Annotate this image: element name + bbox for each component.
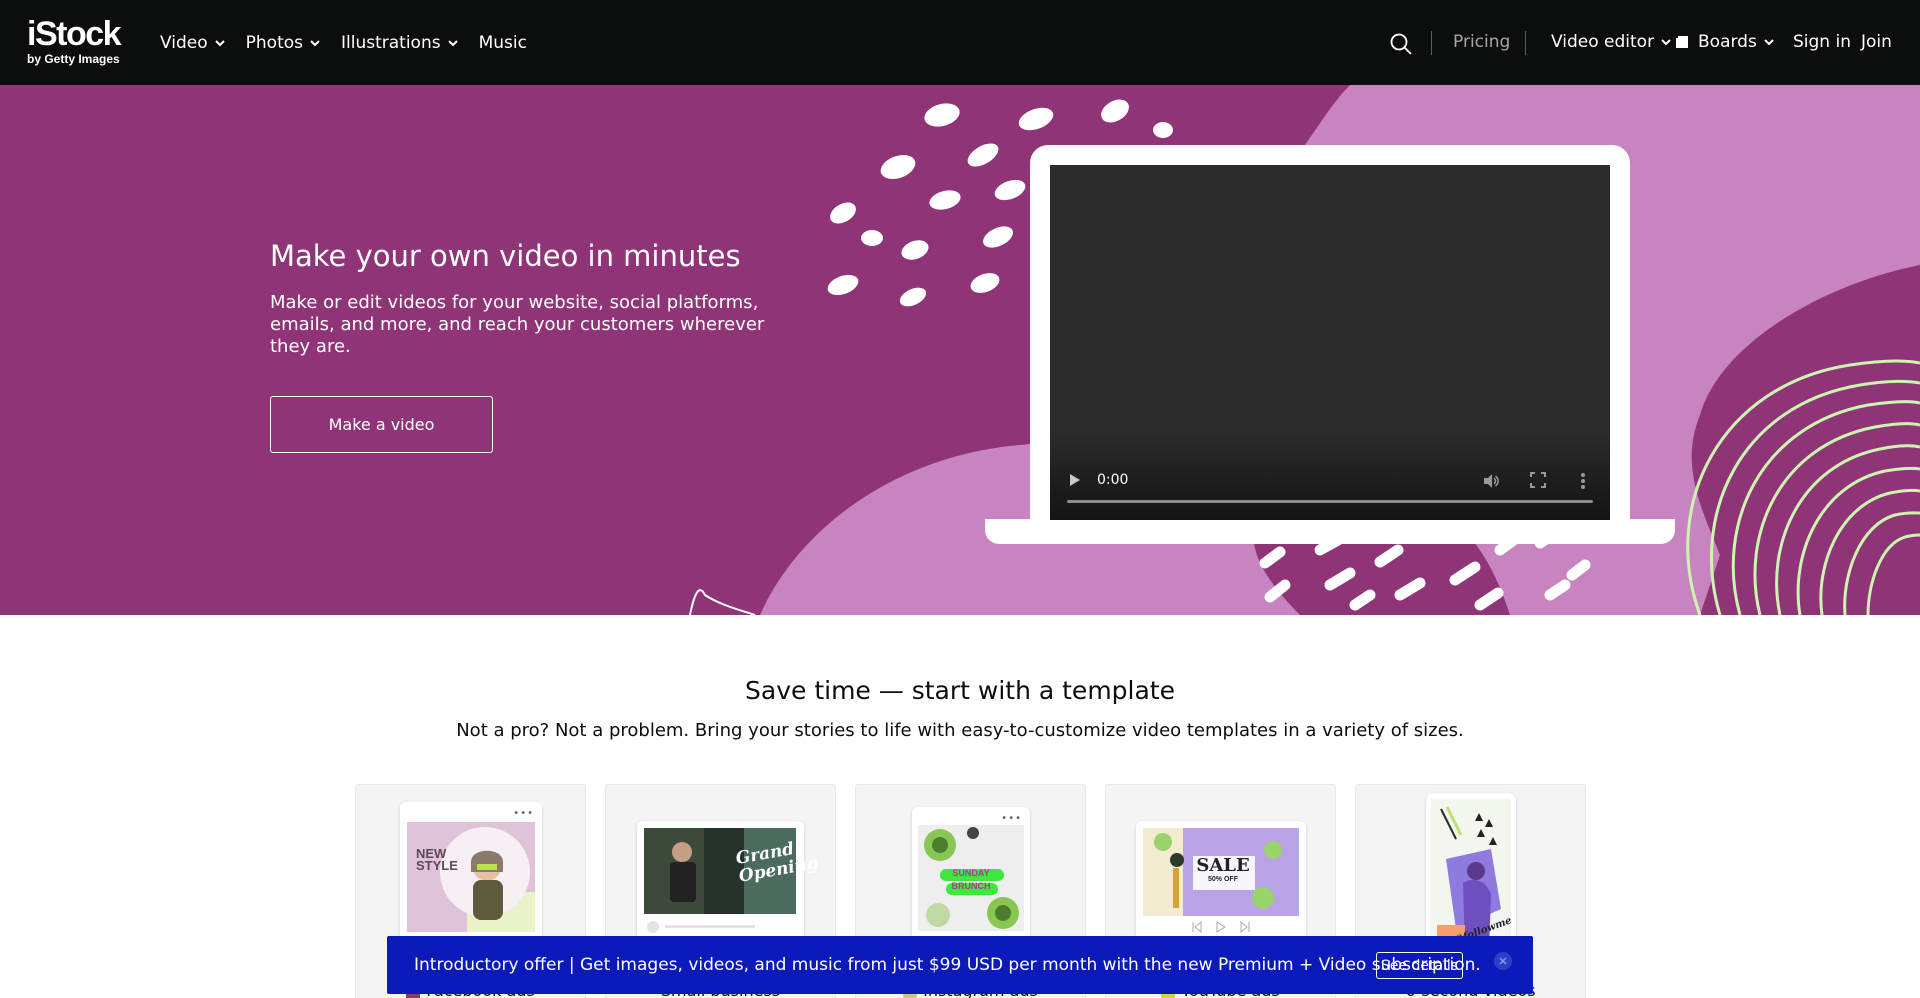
text-placeholder: [665, 925, 755, 928]
instagram-template-text: SUNDAY BRUNCH: [951, 868, 991, 891]
video-editor-label: Video editor: [1551, 32, 1655, 52]
instagram-post-mockup: ••• SUNDAY BRUNCH: [912, 807, 1030, 957]
search-icon[interactable]: [1389, 32, 1413, 56]
player-controls-icon: [1192, 921, 1250, 933]
avatar-placeholder: [647, 921, 659, 933]
nav-divider: [1431, 31, 1432, 55]
templates-title: Save time — start with a template: [745, 676, 1175, 705]
nav-illustrations-label: Illustrations: [341, 32, 441, 53]
nav-video[interactable]: Video: [160, 33, 226, 53]
promo-banner-text: Introductory offer | Get images, videos,…: [414, 955, 1481, 975]
nav-photos-label: Photos: [245, 32, 303, 53]
templates-subtitle: Not a pro? Not a problem. Bring your sto…: [456, 720, 1464, 741]
nav-video-label: Video: [160, 32, 208, 53]
chevron-down-icon: [1764, 39, 1774, 46]
hero-section: Make your own video in minutes Make or e…: [0, 85, 1920, 615]
sign-in-link[interactable]: Sign in: [1793, 32, 1851, 52]
nav-photos[interactable]: Photos: [246, 33, 321, 53]
facebook-template-text: NEW STYLE: [416, 846, 458, 873]
promo-banner: Introductory offer | Get images, videos,…: [387, 936, 1533, 994]
video-editor-menu[interactable]: Video editor: [1551, 32, 1672, 52]
nav-music[interactable]: Music: [479, 33, 527, 53]
boards-icon: [1676, 36, 1688, 48]
video-controls-overlay: [1050, 430, 1610, 520]
fullscreen-icon[interactable]: [1530, 472, 1546, 488]
logo-sub-text: by Getty Images: [27, 52, 120, 66]
istock-logo[interactable]: iStock by Getty Images: [27, 17, 139, 69]
play-icon[interactable]: [1068, 473, 1082, 487]
chevron-down-icon: [1661, 39, 1671, 46]
boards-label: Boards: [1698, 32, 1757, 52]
nav-music-label: Music: [478, 32, 527, 53]
video-progress-bar[interactable]: [1067, 500, 1593, 503]
youtube-template-subtext: 50% OFF: [1208, 876, 1238, 883]
pricing-link[interactable]: Pricing: [1453, 32, 1510, 52]
chevron-down-icon: [310, 39, 320, 46]
facebook-template-thumbnail: [407, 822, 535, 932]
nav-divider: [1525, 31, 1526, 55]
close-icon[interactable]: [1494, 952, 1512, 970]
boards-menu[interactable]: Boards: [1676, 32, 1775, 52]
top-navigation-bar: iStock by Getty Images Video Photos Illu…: [0, 0, 1920, 85]
see-details-button[interactable]: See details: [1376, 952, 1463, 979]
youtube-template-text: SALE: [1196, 855, 1250, 876]
main-nav: Video Photos Illustrations Music: [160, 0, 547, 85]
logo-main-text: iStock: [27, 15, 122, 53]
more-dots-icon: •••: [513, 808, 534, 819]
chevron-down-icon: [447, 39, 458, 46]
volume-icon[interactable]: [1482, 472, 1500, 490]
laptop-base: [985, 519, 1675, 544]
chevron-down-icon: [214, 39, 225, 46]
video-player[interactable]: 0:00: [1050, 165, 1610, 520]
more-dots-icon: •••: [1001, 813, 1022, 824]
hero-title: Make your own video in minutes: [270, 239, 741, 273]
hero-description: Make or edit videos for your website, so…: [270, 292, 765, 357]
join-link[interactable]: Join: [1861, 32, 1892, 52]
make-a-video-button[interactable]: Make a video: [270, 396, 493, 453]
nav-illustrations[interactable]: Illustrations: [341, 33, 459, 53]
video-time: 0:00: [1097, 472, 1129, 488]
more-options-icon[interactable]: [1580, 472, 1586, 490]
